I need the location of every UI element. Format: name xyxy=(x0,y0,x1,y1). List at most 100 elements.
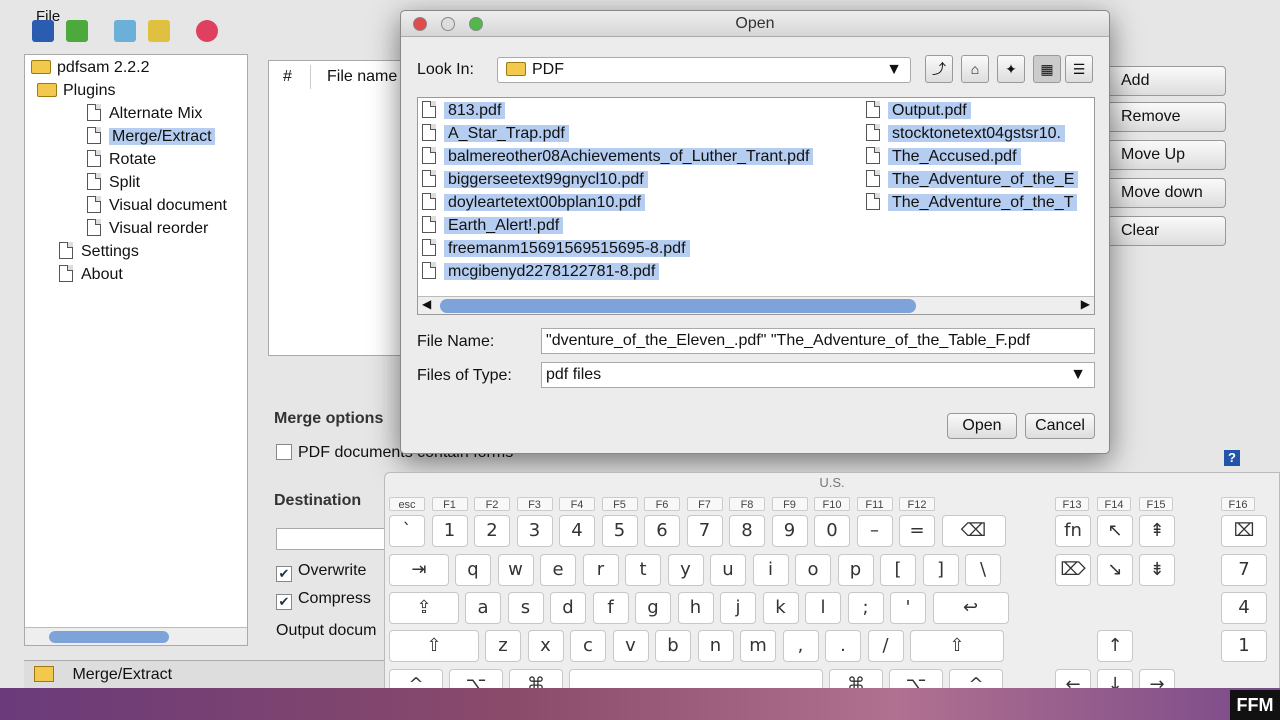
key[interactable]: F1 xyxy=(431,497,468,511)
key[interactable]: 0 xyxy=(814,515,850,547)
key[interactable]: 2 xyxy=(474,515,510,547)
key[interactable]: ⌫ xyxy=(941,515,1006,547)
key[interactable]: m xyxy=(740,630,776,662)
key[interactable]: F8 xyxy=(729,497,765,511)
key[interactable]: e xyxy=(540,554,576,586)
list-item[interactable]: biggerseetext99gnycl10.pdf xyxy=(422,169,648,191)
key[interactable]: a xyxy=(465,592,501,624)
key[interactable]: j xyxy=(720,592,756,624)
key[interactable]: F14 xyxy=(1097,497,1131,511)
files-of-type-select[interactable]: pdf files ▼ xyxy=(541,362,1095,388)
key[interactable]: . xyxy=(825,630,861,662)
clear-button[interactable]: Clear xyxy=(1106,216,1226,246)
key[interactable]: 8 xyxy=(729,515,765,547)
key[interactable]: F2 xyxy=(474,497,510,511)
tree-item-about[interactable]: About xyxy=(59,264,123,286)
key[interactable]: , xyxy=(782,630,819,662)
key[interactable]: h xyxy=(677,592,714,624)
key[interactable]: ⇧ xyxy=(910,630,1004,662)
key[interactable]: o xyxy=(795,554,831,586)
key[interactable]: 7 xyxy=(1221,554,1267,586)
move-down-button[interactable]: Move down xyxy=(1106,178,1226,208)
key[interactable]: t xyxy=(625,554,661,586)
open-folder-icon[interactable] xyxy=(66,20,88,42)
edit-icon[interactable] xyxy=(148,20,170,42)
key[interactable]: ⇥ xyxy=(389,554,449,586)
key[interactable]: w xyxy=(497,554,534,586)
file-list-horizontal-scrollbar[interactable]: ◀ ▶ xyxy=(418,296,1094,314)
key[interactable]: r xyxy=(582,554,619,586)
key[interactable]: s xyxy=(507,592,544,624)
destination-input[interactable] xyxy=(276,528,386,550)
look-in-combo[interactable]: PDF ▼ xyxy=(497,57,911,83)
home-icon[interactable]: ⌂ xyxy=(961,55,989,83)
key[interactable]: p xyxy=(837,554,874,586)
tree-item-settings[interactable]: Settings xyxy=(59,241,139,263)
tree-item-split[interactable]: Split xyxy=(87,172,140,194)
key[interactable]: ↖ xyxy=(1097,515,1133,547)
key[interactable]: ⇟ xyxy=(1139,554,1175,586)
key[interactable]: 9 xyxy=(771,515,808,547)
key[interactable]: x xyxy=(527,630,564,662)
key[interactable]: 3 xyxy=(516,515,553,547)
key[interactable]: F16 xyxy=(1221,497,1255,511)
list-view-icon[interactable]: ▦ xyxy=(1033,55,1061,83)
minimize-icon[interactable] xyxy=(441,17,455,31)
key[interactable]: F12 xyxy=(899,497,935,511)
help-icon[interactable]: ? xyxy=(1224,450,1240,466)
close-icon[interactable] xyxy=(413,17,427,31)
file-name-input[interactable]: dventure_of_the_Eleven_.pdf" "The_Advent… xyxy=(541,328,1095,354)
list-item[interactable]: The_Accused.pdf xyxy=(866,146,1021,168)
key[interactable]: ↩ xyxy=(932,592,1009,624)
key[interactable]: F3 xyxy=(516,497,553,511)
key[interactable]: 1 xyxy=(431,515,468,547)
key[interactable]: 7 xyxy=(686,515,723,547)
open-button[interactable]: Open xyxy=(947,413,1017,439)
tree-plugins[interactable]: Plugins xyxy=(37,80,115,102)
list-item[interactable]: balmereother08Achievements_of_Luther_Tra… xyxy=(422,146,814,168)
key[interactable]: F4 xyxy=(559,497,595,511)
key[interactable]: g xyxy=(635,592,671,624)
power-icon[interactable] xyxy=(196,20,218,42)
key[interactable]: ⇞ xyxy=(1139,515,1175,547)
list-item[interactable]: The_Adventure_of_the_E xyxy=(866,169,1079,191)
list-item[interactable]: A_Star_Trap.pdf xyxy=(422,123,569,145)
key[interactable]: n xyxy=(697,630,734,662)
key[interactable]: [ xyxy=(880,554,916,586)
key[interactable]: v xyxy=(612,630,649,662)
key[interactable]: d xyxy=(550,592,586,624)
key[interactable]: F6 xyxy=(644,497,680,511)
up-folder-icon[interactable]: ⤴ xyxy=(925,55,953,83)
column-header-number[interactable]: # xyxy=(275,65,311,89)
list-item[interactable]: The_Adventure_of_the_T xyxy=(866,192,1078,214)
key[interactable]: = xyxy=(899,515,935,547)
environment-icon[interactable] xyxy=(114,20,136,42)
cancel-button[interactable]: Cancel xyxy=(1025,413,1095,439)
tree-horizontal-scrollbar[interactable] xyxy=(25,627,247,645)
new-folder-icon[interactable]: ✦ xyxy=(997,55,1025,83)
scroll-left-icon[interactable]: ◀ xyxy=(422,297,431,311)
key[interactable]: ' xyxy=(890,592,926,624)
key[interactable]: F10 xyxy=(814,497,850,511)
key[interactable]: \ xyxy=(965,554,1001,586)
key[interactable]: l xyxy=(805,592,841,624)
key[interactable]: 4 xyxy=(559,515,595,547)
tree-item-alternate-mix[interactable]: Alternate Mix xyxy=(87,103,202,125)
scroll-thumb[interactable] xyxy=(49,631,169,643)
list-item[interactable]: Earth_Alert!.pdf xyxy=(422,215,564,237)
tree-item-visual-document[interactable]: Visual document xyxy=(87,195,227,217)
key[interactable]: F15 xyxy=(1139,497,1173,511)
key[interactable]: ↑ xyxy=(1097,630,1133,662)
key[interactable]: F7 xyxy=(686,497,723,511)
tree-item-rotate[interactable]: Rotate xyxy=(87,149,156,171)
key[interactable]: 4 xyxy=(1221,592,1267,624)
key[interactable]: / xyxy=(867,630,904,662)
list-item[interactable]: stocktonetext04gstsr10. xyxy=(866,123,1065,145)
key[interactable]: ` xyxy=(389,515,425,547)
move-up-button[interactable]: Move Up xyxy=(1106,140,1226,170)
save-icon[interactable] xyxy=(32,20,54,42)
remove-button[interactable]: Remove xyxy=(1106,102,1226,132)
key[interactable]: f xyxy=(592,592,629,624)
details-view-icon[interactable]: ☰ xyxy=(1065,55,1093,83)
key[interactable]: c xyxy=(570,630,606,662)
